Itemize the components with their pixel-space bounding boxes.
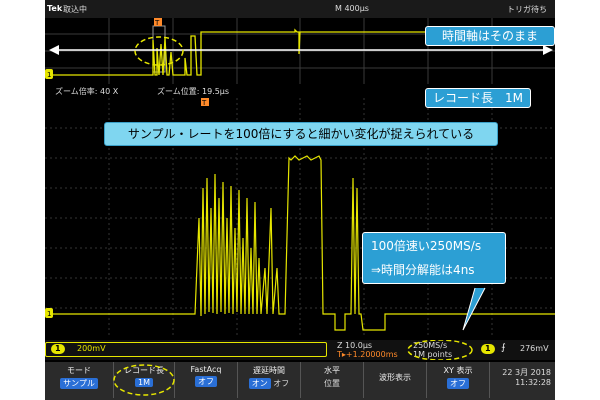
readout-bar: 1 200mV Z 10.0µs T▸+1.20000ms 250MS/s 1M… [45, 340, 555, 360]
callout-sample-rate-note: サンプル・レートを100倍にすると細かい変化が捉えられている [104, 122, 498, 146]
callout-speed-line2: ⇒時間分解能は4ns [371, 263, 475, 277]
oscilloscope-screen: Tek 取込中 M 400µs トリガ待ち 1 T ズーム倍率: 40 X ズー… [45, 0, 555, 400]
sample-rate-highlight [407, 340, 473, 360]
callout-speed: 100倍速い250MS/s ⇒時間分解能は4ns [362, 232, 506, 284]
callout-time-axis: 時間軸はそのまま [425, 26, 555, 46]
horizontal-scale: M 400µs [335, 4, 369, 13]
callout-record-length: レコード長 1M [425, 88, 531, 108]
trigger-main-marker-label: T [201, 99, 207, 107]
brand-logo: Tek [47, 4, 63, 13]
zoom-factor: ズーム倍率: 40 X [55, 87, 119, 96]
status-bar: Tek 取込中 M 400µs トリガ待ち [45, 0, 555, 18]
acquisition-state: 取込中 [63, 5, 87, 14]
trigger-overview-marker-label: T [154, 19, 160, 27]
trigger-state: トリガ待ち [507, 5, 547, 14]
callout-speed-line1: 100倍速い250MS/s [371, 239, 482, 253]
record-length-highlight [113, 364, 175, 396]
ch1-overview-marker-label: 1 [47, 71, 51, 79]
ch1-main-marker-label: 1 [47, 310, 51, 318]
zoom-position: ズーム位置: 19.5µs [157, 87, 230, 96]
callout-pointer [462, 287, 486, 331]
bottom-menu: モード サンプル レコード長 1M FastAcq オフ 遅延時間 オン オフ … [45, 362, 555, 400]
